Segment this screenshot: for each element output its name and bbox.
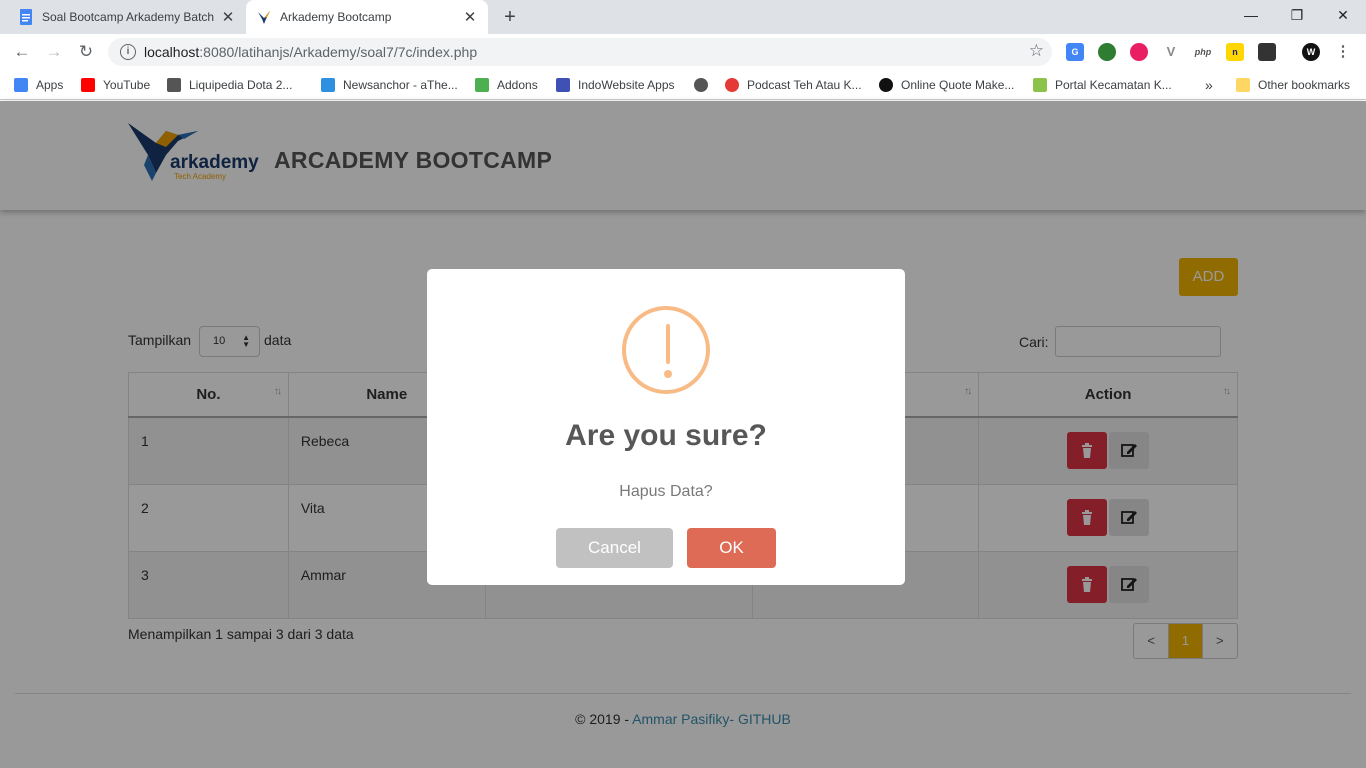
info-icon[interactable]: i <box>120 44 136 60</box>
globe-icon <box>694 78 708 92</box>
puzzle-icon <box>475 78 489 92</box>
tab-title: Arkademy Bootcamp <box>280 10 392 24</box>
minimize-icon[interactable]: — <box>1228 0 1274 30</box>
bookmark-youtube[interactable]: YouTube <box>81 76 150 94</box>
close-tab-icon[interactable]: ✕ <box>462 8 478 26</box>
arkademy-bird-icon <box>256 9 272 25</box>
newsanchor-icon <box>321 78 335 92</box>
confirm-dialog: Are you sure? Hapus Data? Cancel OK <box>427 269 905 585</box>
color-picker-icon[interactable] <box>1130 43 1148 61</box>
bookmark-globe[interactable] <box>694 76 716 94</box>
php-icon[interactable]: php <box>1194 43 1212 61</box>
restore-icon[interactable]: ❐ <box>1274 0 1320 30</box>
bookmarks-bar: Apps YouTube Liquipedia Dota 2... Newsan… <box>0 70 1366 100</box>
browser-tab-arkademy[interactable]: Arkademy Bootcamp ✕ <box>246 0 488 34</box>
google-docs-icon <box>18 9 34 25</box>
liquipedia-icon <box>167 78 181 92</box>
bookmark-indowebsite[interactable]: IndoWebsite Apps <box>556 76 675 94</box>
bookmark-portal[interactable]: Portal Kecamatan K... <box>1033 76 1172 94</box>
forward-icon[interactable]: → <box>42 40 66 64</box>
extension-n-icon[interactable]: n <box>1226 43 1244 61</box>
folder-icon <box>1236 78 1250 92</box>
dialog-title: Are you sure? <box>565 419 767 452</box>
more-bookmarks-icon[interactable]: » <box>1205 76 1213 94</box>
apps-grid-icon <box>14 78 28 92</box>
extension-globe-icon[interactable] <box>1098 43 1116 61</box>
other-bookmarks[interactable]: Other bookmarks <box>1236 76 1350 94</box>
close-tab-icon[interactable]: ✕ <box>220 8 236 26</box>
warning-icon <box>622 306 710 394</box>
youtube-icon <box>81 78 95 92</box>
address-url: localhost:8080/latihanjs/Arkademy/soal7/… <box>144 44 478 60</box>
bookmark-quote-maker[interactable]: Online Quote Make... <box>879 76 1014 94</box>
bookmark-newsanchor[interactable]: Newsanchor - aThe... <box>321 76 458 94</box>
podcast-icon <box>725 78 739 92</box>
google-translate-icon[interactable]: G <box>1066 43 1084 61</box>
dialog-text: Hapus Data? <box>619 483 713 500</box>
indowebsite-icon <box>556 78 570 92</box>
address-bar[interactable]: i localhost:8080/latihanjs/Arkademy/soal… <box>108 38 1052 66</box>
bookmark-liquipedia[interactable]: Liquipedia Dota 2... <box>167 76 292 94</box>
browser-tab-docs[interactable]: Soal Bootcamp Arkademy Batch ✕ <box>8 0 246 34</box>
browser-tabstrip: Soal Bootcamp Arkademy Batch ✕ Arkademy … <box>0 0 1366 34</box>
back-icon[interactable]: ← <box>10 40 34 64</box>
ok-button[interactable]: OK <box>687 528 776 568</box>
cancel-button[interactable]: Cancel <box>556 528 673 568</box>
new-tab-icon[interactable]: + <box>498 5 522 29</box>
profile-avatar-icon[interactable]: W <box>1302 43 1320 61</box>
vue-devtools-icon[interactable]: V <box>1162 43 1180 61</box>
reload-icon[interactable]: ↻ <box>74 40 98 64</box>
close-window-icon[interactable]: ✕ <box>1320 0 1366 30</box>
bookmark-apps[interactable]: Apps <box>14 76 63 94</box>
portal-icon <box>1033 78 1047 92</box>
menu-kebab-icon[interactable]: ⋮ <box>1334 43 1352 61</box>
tab-title: Soal Bootcamp Arkademy Batch <box>42 10 215 24</box>
quote-maker-icon <box>879 78 893 92</box>
extension-box-icon[interactable] <box>1258 43 1276 61</box>
bookmark-addons[interactable]: Addons <box>475 76 538 94</box>
bookmark-star-icon[interactable]: ☆ <box>1029 41 1044 61</box>
bookmark-podcast[interactable]: Podcast Teh Atau K... <box>725 76 862 94</box>
